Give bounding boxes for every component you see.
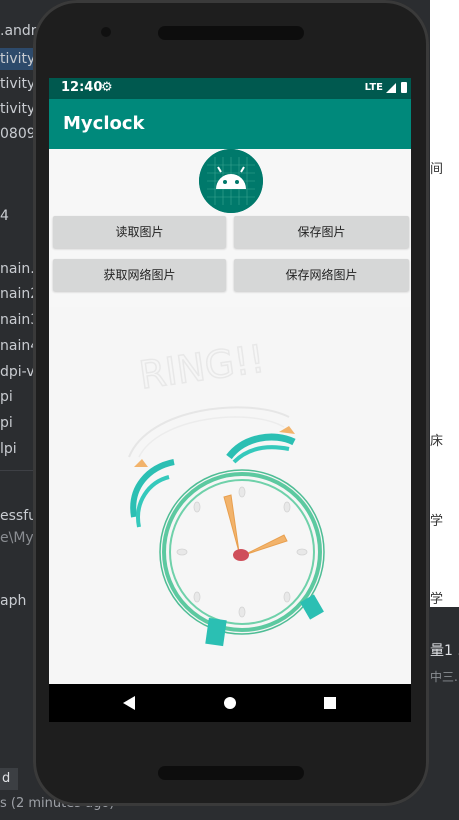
ide-list-text: 量1 . (430, 643, 459, 659)
recents-icon[interactable] (324, 697, 336, 709)
phone-screen: 12:40 ⚙ LTE Myclock 读取图片 保存图片 获取网络图片 保存网… (49, 78, 411, 722)
app-title: Myclock (63, 113, 145, 134)
app-bar: Myclock (49, 99, 411, 149)
ide-editor-text: 学 (430, 592, 444, 607)
ide-editor-text: 床 (430, 434, 444, 449)
ide-editor-text: 学 (430, 514, 444, 529)
camera-icon (101, 27, 111, 37)
status-time: 12:40 (61, 80, 103, 95)
speaker-bottom (158, 766, 304, 780)
ide-bottom-tab[interactable]: d (0, 768, 18, 790)
signal-icon (386, 83, 396, 93)
speaker-top (158, 26, 304, 40)
home-icon[interactable] (224, 697, 236, 709)
navigation-bar (49, 684, 411, 722)
status-bar: 12:40 ⚙ LTE (49, 78, 411, 99)
alarm-clock-image: RING!! (49, 307, 411, 684)
ide-editor-text: 间 (430, 162, 444, 177)
battery-icon (401, 82, 407, 93)
fetch-network-image-button[interactable]: 获取网络图片 (53, 259, 226, 291)
save-network-image-button[interactable]: 保存网络图片 (234, 259, 409, 291)
read-image-button[interactable]: 读取图片 (53, 216, 226, 248)
back-icon[interactable] (123, 696, 135, 710)
save-image-button[interactable]: 保存图片 (234, 216, 409, 248)
android-logo-image (199, 149, 263, 213)
ide-list-text: 中三.. (430, 670, 459, 684)
gear-icon: ⚙ (101, 80, 113, 95)
android-robot-icon (199, 149, 263, 213)
main-content: 读取图片 保存图片 获取网络图片 保存网络图片 RING!! (49, 149, 411, 684)
network-type: LTE (364, 82, 383, 93)
